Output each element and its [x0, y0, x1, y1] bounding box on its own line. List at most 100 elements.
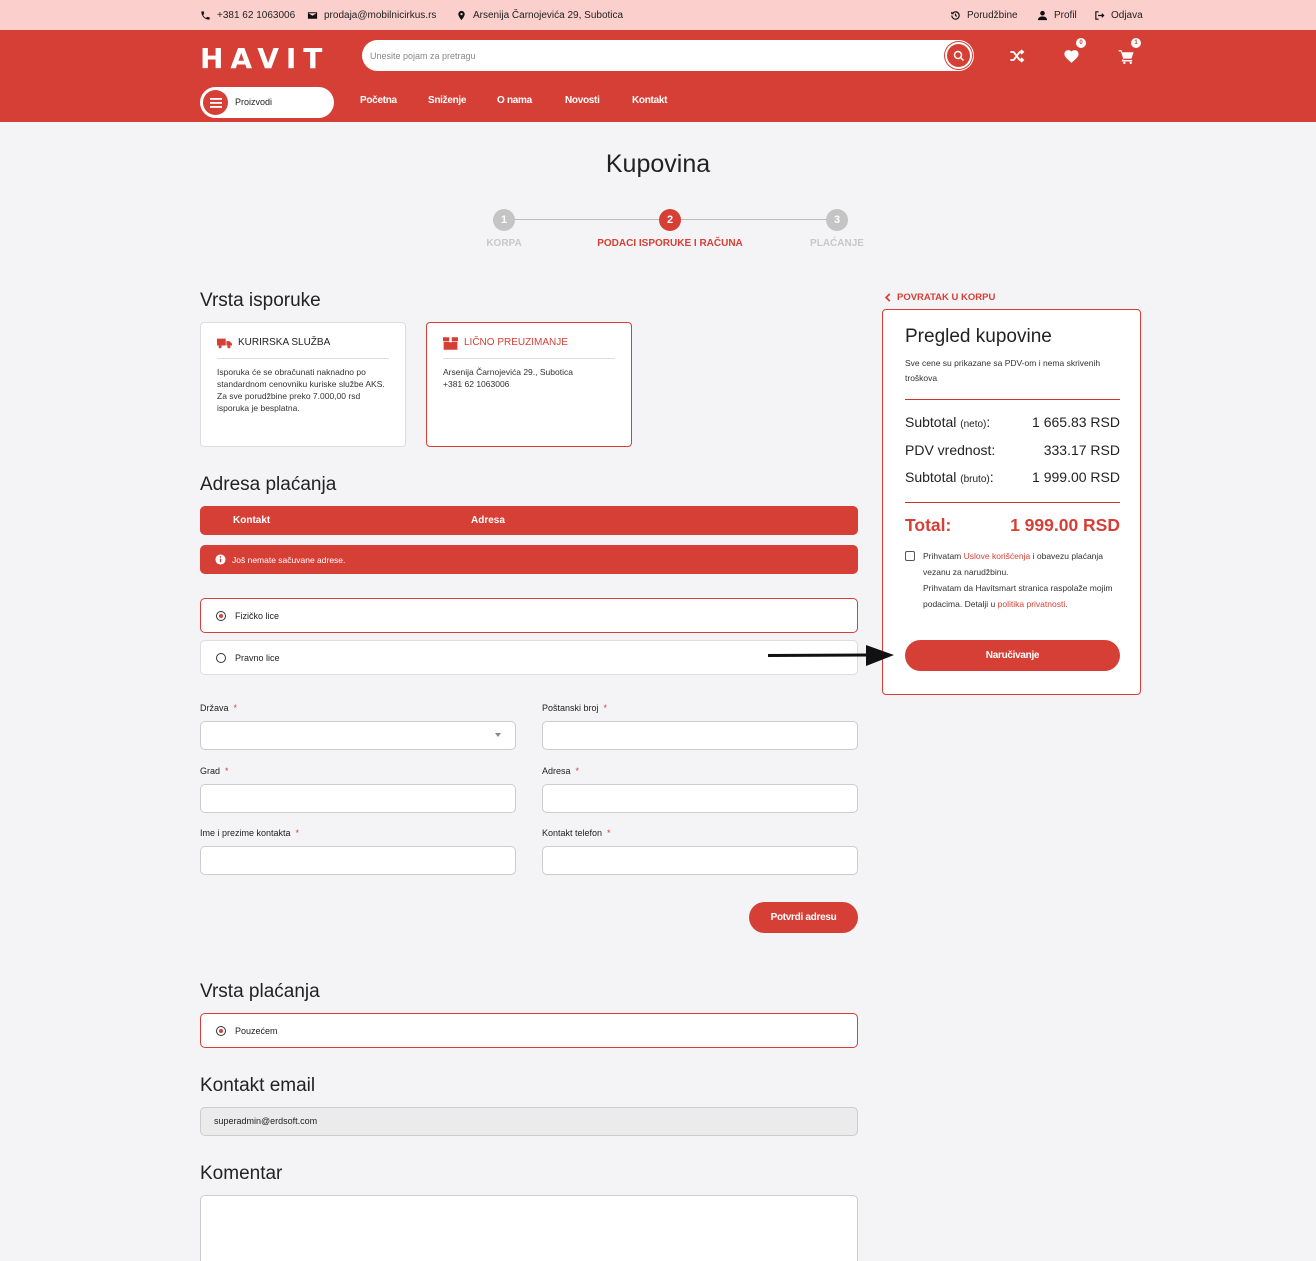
courier-card-text: Isporuka će se obračunati naknadno po st… — [217, 367, 385, 413]
terms-checkbox[interactable] — [905, 551, 915, 561]
topbar-orders-link[interactable]: Porudžbine — [950, 0, 1018, 30]
cart-count-badge: 1 — [1131, 38, 1141, 48]
nav-about[interactable]: O nama — [497, 95, 532, 106]
shuffle-icon — [1010, 49, 1025, 63]
radio-natural-person[interactable] — [216, 610, 226, 621]
topbar-logout-text: Odjava — [1111, 9, 1143, 21]
chevron-left-icon — [884, 293, 891, 302]
products-menu-label: Proizvodi — [235, 97, 273, 107]
contact-phone-label: Kontakt telefon * — [542, 828, 611, 838]
hamburger-icon — [203, 90, 228, 115]
summary-divider — [905, 502, 1120, 503]
address-label: Adresa * — [542, 766, 580, 776]
tab-address[interactable]: Adresa — [471, 506, 505, 535]
courier-delivery-card[interactable]: KURIRSKA SLUŽBA Isporuka će se obračunat… — [200, 322, 406, 447]
address-input[interactable] — [542, 784, 858, 813]
cod-label: Pouzećem — [235, 1025, 278, 1036]
search-bar — [362, 40, 974, 71]
pickup-card-header: LIČNO PREUZIMANJE — [443, 337, 615, 359]
total-row: Total: 1 999.00 RSD — [905, 515, 1120, 536]
search-input[interactable] — [370, 40, 940, 71]
nav-sale[interactable]: Sniženje — [428, 95, 466, 106]
envelope-icon — [307, 11, 318, 19]
chevron-down-icon — [495, 733, 501, 737]
pickup-delivery-card[interactable]: LIČNO PREUZIMANJE Arsenija Čarnojevića 2… — [426, 322, 632, 447]
courier-card-title: KURIRSKA SLUŽBA — [238, 337, 331, 348]
annotation-arrow-icon — [768, 645, 894, 666]
user-icon — [1037, 10, 1048, 20]
wishlist-count-badge: 0 — [1076, 38, 1086, 48]
topbar-orders-text: Porudžbine — [967, 9, 1018, 21]
courier-card-header: KURIRSKA SLUŽBA — [217, 337, 389, 359]
total-value: 1 999.00 RSD — [1010, 515, 1120, 535]
person-type-legal[interactable]: Pravno lice — [200, 640, 858, 675]
topbar-logout-link[interactable]: Odjava — [1094, 0, 1143, 30]
stepper-line — [681, 219, 827, 220]
payment-section-title: Vrsta plaćanja — [200, 981, 320, 1002]
subtotal-gross-value: 1 999.00 RSD — [1032, 469, 1120, 485]
contact-name-input[interactable] — [200, 846, 516, 875]
logout-icon — [1095, 10, 1105, 20]
search-icon — [953, 50, 964, 61]
place-order-button[interactable]: Naručivanje — [905, 640, 1120, 671]
step-1-label[interactable]: KORPA — [486, 238, 521, 249]
city-label: Grad * — [200, 766, 229, 776]
step-1-dot[interactable]: 1 — [493, 209, 515, 231]
legal-person-label: Pravno lice — [235, 652, 280, 663]
info-icon — [215, 554, 226, 565]
nav-news[interactable]: Novosti — [565, 95, 600, 106]
terms-consent: Prihvatam Uslove korišćenja i obavezu pl… — [905, 548, 1120, 612]
topbar-phone[interactable]: +381 62 1063006 — [200, 0, 295, 30]
billing-section-title: Adresa plaćanja — [200, 474, 337, 495]
nav-contact[interactable]: Kontakt — [632, 95, 667, 106]
phone-icon — [201, 10, 210, 20]
page-title: Kupovina — [605, 150, 711, 178]
top-bar: +381 62 1063006 prodaja@mobilnicirkus.rs… — [0, 0, 1316, 30]
contact-email-field: superadmin@erdsoft.com — [200, 1107, 858, 1136]
topbar-phone-text: +381 62 1063006 — [217, 9, 296, 21]
subtotal-net-value: 1 665.83 RSD — [1032, 414, 1120, 430]
subtotal-gross-row: Subtotal (bruto): 1 999.00 RSD — [905, 469, 1120, 485]
site-logo[interactable]: HAVIT — [200, 42, 329, 75]
city-input[interactable] — [200, 784, 516, 813]
topbar-profile-link[interactable]: Profil — [1037, 0, 1077, 30]
nav-home[interactable]: Početna — [360, 95, 397, 106]
products-menu-button[interactable]: Proizvodi — [200, 87, 334, 118]
back-to-cart-link[interactable]: POVRATAK U KORPU — [884, 292, 995, 303]
pickup-card-text: Arsenija Čarnojevića 29., Subotica +381 … — [443, 367, 573, 389]
terms-link[interactable]: Uslove korišćenja — [964, 551, 1031, 561]
contact-name-label: Ime i prezime kontakta * — [200, 828, 300, 838]
contact-phone-input[interactable] — [542, 846, 858, 875]
radio-legal-person[interactable] — [216, 652, 226, 663]
summary-note: Sve cene su prikazane sa PDV-om i nema s… — [905, 358, 1101, 383]
compare-button[interactable] — [1005, 44, 1029, 68]
vat-row: PDV vrednost: 333.17 RSD — [905, 442, 1120, 458]
person-type-natural[interactable]: Fizičko lice — [200, 598, 858, 633]
order-summary-panel: Pregled kupovine Sve cene su prikazane s… — [882, 309, 1141, 695]
back-to-cart-text: POVRATAK U KORPU — [897, 292, 996, 303]
search-button[interactable] — [945, 42, 972, 69]
stepper-line — [515, 219, 659, 220]
wishlist-button[interactable]: 0 — [1059, 38, 1086, 68]
postal-input[interactable] — [542, 721, 858, 750]
payment-cod-option[interactable]: Pouzećem — [200, 1013, 858, 1048]
topbar-address-text: Arsenija Čarnojevića 29, Subotica — [473, 9, 624, 21]
tab-contact[interactable]: Kontakt — [233, 506, 270, 535]
step-2-label: PODACI ISPORUKE I RAČUNA — [597, 238, 743, 249]
comment-section-title: Komentar — [200, 1163, 283, 1184]
step-2-dot: 2 — [659, 209, 681, 231]
postal-label: Poštanski broj * — [542, 703, 608, 713]
pickup-card-title: LIČNO PREUZIMANJE — [464, 337, 568, 348]
country-select[interactable] — [200, 721, 516, 750]
comment-textarea[interactable] — [200, 1195, 858, 1261]
billing-tabs: Kontakt Adresa — [200, 506, 858, 535]
topbar-email[interactable]: prodaja@mobilnicirkus.rs — [307, 0, 436, 30]
delivery-section-title: Vrsta isporuke — [200, 290, 321, 311]
cart-button[interactable]: 1 — [1114, 38, 1141, 68]
box-icon — [443, 337, 458, 350]
contact-email-title: Kontakt email — [200, 1075, 316, 1096]
privacy-policy-link[interactable]: politika privatnosti — [998, 599, 1066, 609]
confirm-address-button[interactable]: Potvrdi adresu — [749, 902, 858, 933]
radio-cod[interactable] — [216, 1025, 226, 1036]
topbar-profile-text: Profil — [1054, 9, 1077, 21]
